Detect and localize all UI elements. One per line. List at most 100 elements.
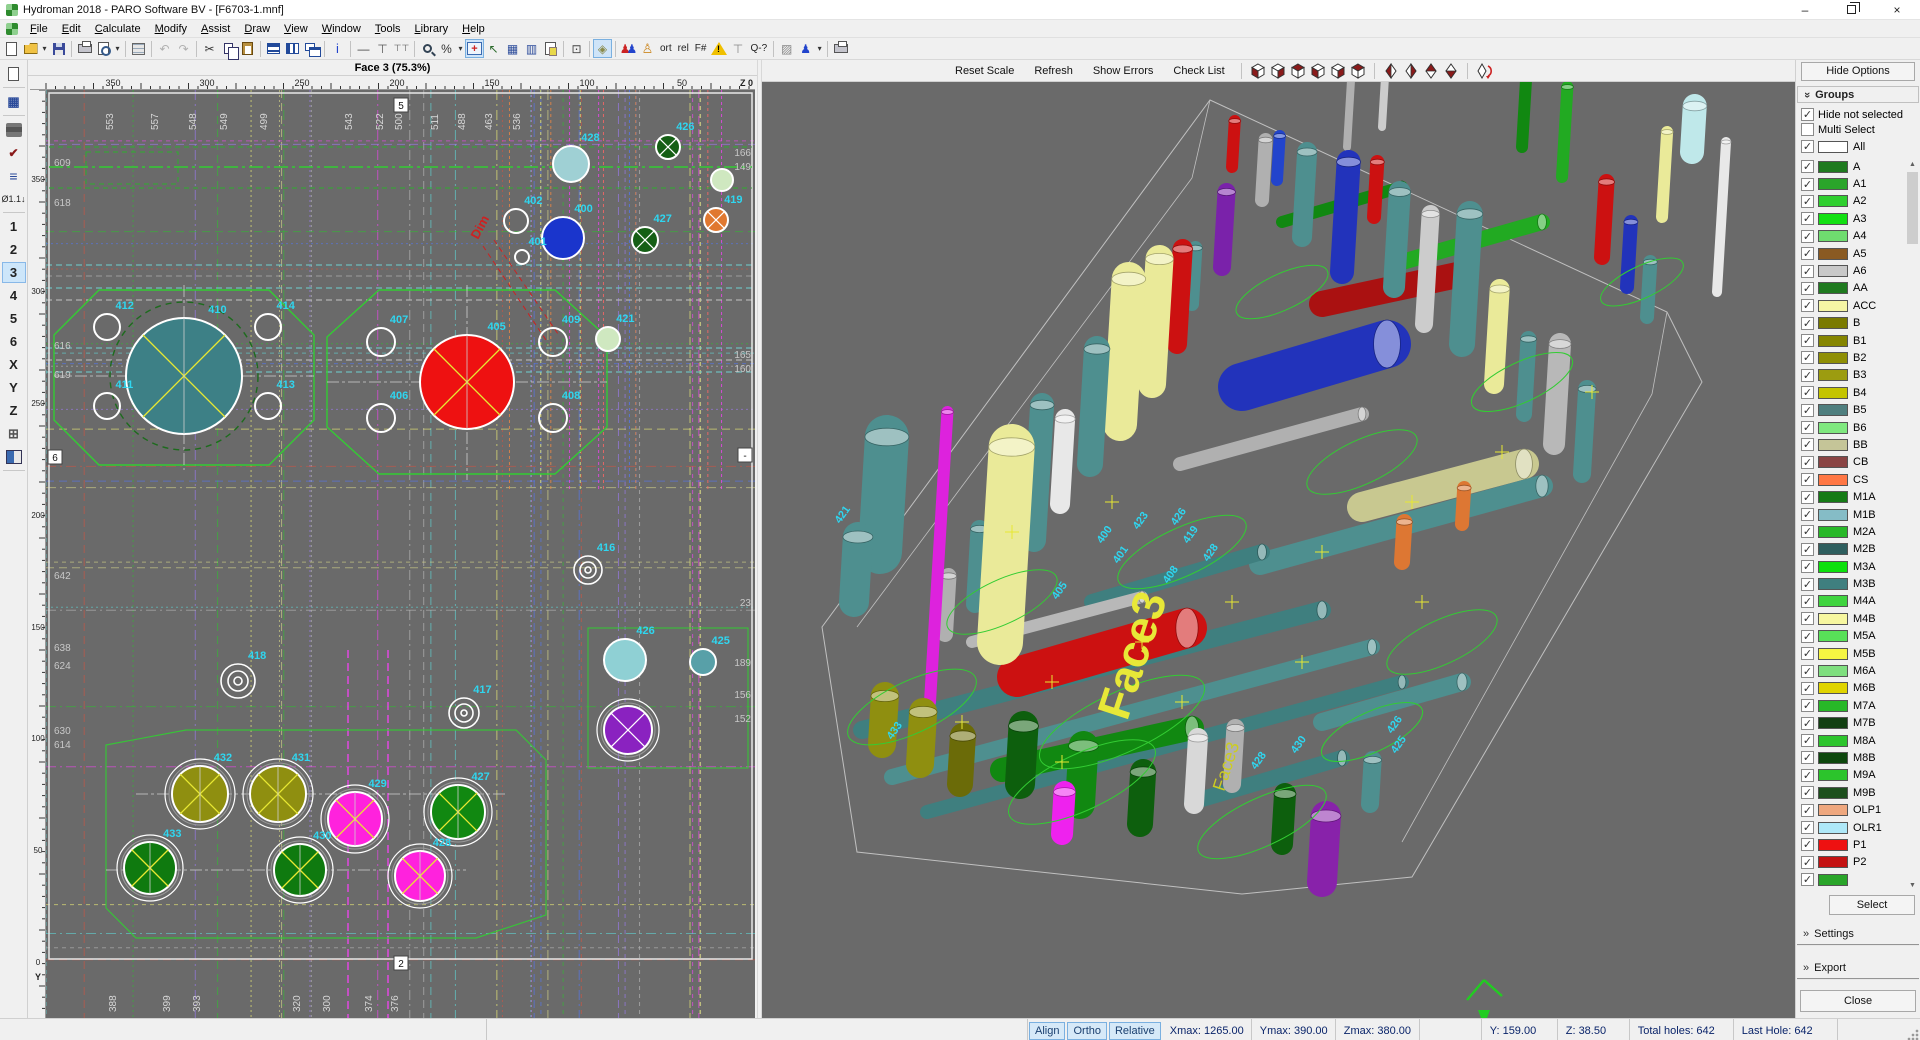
group-checkbox[interactable]: ✓ bbox=[1801, 786, 1814, 799]
new-file-button[interactable] bbox=[2, 39, 21, 58]
group-row-acc[interactable]: ✓ACC bbox=[1801, 297, 1920, 314]
print-preview-dropdown[interactable]: ▾ bbox=[113, 44, 122, 53]
group-checkbox[interactable]: ✓ bbox=[1801, 404, 1814, 417]
group-checkbox[interactable]: ✓ bbox=[1801, 751, 1814, 764]
group-row-olr1[interactable]: ✓OLR1 bbox=[1801, 819, 1920, 836]
print-preview-button[interactable] bbox=[94, 39, 113, 58]
group-checkbox[interactable]: ✓ bbox=[1801, 717, 1814, 730]
group-checkbox[interactable]: ✓ bbox=[1801, 804, 1814, 817]
hide-not-selected-checkbox[interactable]: ✓ bbox=[1801, 108, 1814, 121]
group-row-m7b[interactable]: ✓M7B bbox=[1801, 715, 1920, 732]
group-row-m6a[interactable]: ✓M6A bbox=[1801, 662, 1920, 679]
menu-calculate[interactable]: Calculate bbox=[88, 22, 148, 36]
group-checkbox[interactable]: ✓ bbox=[1801, 595, 1814, 608]
group-row-cs[interactable]: ✓CS bbox=[1801, 471, 1920, 488]
save-button[interactable] bbox=[49, 39, 68, 58]
group-row-a2[interactable]: ✓A2 bbox=[1801, 193, 1920, 210]
manifold-button[interactable] bbox=[2, 119, 26, 140]
hole-table-button[interactable]: ▦ bbox=[503, 39, 522, 58]
line-tool-button[interactable]: — bbox=[354, 39, 373, 58]
filter-button[interactable]: ⊤ bbox=[728, 39, 747, 58]
relative-toggle[interactable]: Relative bbox=[1109, 1022, 1161, 1040]
query-button[interactable]: Q-? bbox=[747, 43, 770, 54]
group-row-olp1[interactable]: ✓OLP1 bbox=[1801, 801, 1920, 818]
select-button[interactable]: Select bbox=[1829, 895, 1915, 915]
group-list-scrollbar[interactable]: ▲ ▼ bbox=[1906, 158, 1919, 892]
menu-tools[interactable]: Tools bbox=[368, 22, 408, 36]
group-checkbox[interactable]: ✓ bbox=[1801, 873, 1814, 886]
group-row-b3[interactable]: ✓B3 bbox=[1801, 367, 1920, 384]
group-checkbox[interactable]: ✓ bbox=[1801, 647, 1814, 660]
group-checkbox[interactable]: ✓ bbox=[1801, 456, 1814, 469]
hatch-button[interactable]: ▨ bbox=[777, 39, 796, 58]
print-button[interactable] bbox=[75, 39, 94, 58]
menu-draw[interactable]: Draw bbox=[237, 22, 277, 36]
hole-table-sidebar-button[interactable]: ▦ bbox=[2, 91, 26, 112]
grid-button[interactable]: ▥ bbox=[522, 39, 541, 58]
zoom-button[interactable] bbox=[418, 39, 437, 58]
tile-vertical-button[interactable] bbox=[283, 39, 302, 58]
face-button-3[interactable]: 3 bbox=[2, 262, 26, 283]
group-checkbox[interactable]: ✓ bbox=[1801, 508, 1814, 521]
group-row-b[interactable]: ✓B bbox=[1801, 315, 1920, 332]
export-expander[interactable]: » Export bbox=[1797, 958, 1919, 980]
spin-view-icon[interactable] bbox=[1474, 62, 1494, 80]
face-number-button[interactable]: F# bbox=[692, 43, 710, 54]
group-row-m2a[interactable]: ✓M2A bbox=[1801, 523, 1920, 540]
group-checkbox[interactable]: ✓ bbox=[1801, 421, 1814, 434]
face-button-z[interactable]: Z bbox=[2, 400, 26, 421]
rotate-view-icon[interactable] bbox=[1441, 62, 1461, 80]
paste-button[interactable] bbox=[238, 39, 257, 58]
deselect-holes-button[interactable]: ♙ bbox=[638, 39, 657, 58]
reset-scale-button[interactable]: Reset Scale bbox=[945, 63, 1024, 79]
group-checkbox[interactable]: ✓ bbox=[1801, 265, 1814, 278]
menu-edit[interactable]: Edit bbox=[55, 22, 88, 36]
dimension-tool-button[interactable]: ⊤ bbox=[373, 39, 392, 58]
group-checkbox[interactable]: ✓ bbox=[1801, 699, 1814, 712]
group-checkbox[interactable]: ✓ bbox=[1801, 612, 1814, 625]
approve-button[interactable]: ✔ bbox=[2, 142, 26, 163]
group-row-m1a[interactable]: ✓M1A bbox=[1801, 488, 1920, 505]
group-row-bb[interactable]: ✓BB bbox=[1801, 436, 1920, 453]
select-holes-button[interactable]: ♟♟ bbox=[619, 39, 638, 58]
group-checkbox[interactable]: ✓ bbox=[1801, 160, 1814, 173]
group-checkbox[interactable]: ✓ bbox=[1801, 351, 1814, 364]
ortho-mode-button[interactable]: ort bbox=[657, 43, 675, 54]
view-cube-icon[interactable] bbox=[1288, 62, 1308, 80]
zoom-percent-dropdown[interactable]: ▾ bbox=[456, 44, 465, 53]
group-row-m8b[interactable]: ✓M8B bbox=[1801, 749, 1920, 766]
view-cube-icon[interactable] bbox=[1308, 62, 1328, 80]
group-checkbox[interactable]: ✓ bbox=[1801, 769, 1814, 782]
transfer-button[interactable]: ⊡ bbox=[567, 39, 586, 58]
dimension-double-tool-button[interactable]: ⊤⊤ bbox=[392, 39, 411, 58]
multi-select-checkbox[interactable] bbox=[1801, 123, 1814, 136]
group-checkbox[interactable]: ✓ bbox=[1801, 438, 1814, 451]
all-checkbox[interactable]: ✓ bbox=[1801, 140, 1814, 153]
face-button-x[interactable]: X bbox=[2, 354, 26, 375]
settings-expander[interactable]: » Settings bbox=[1797, 924, 1919, 946]
refresh-button[interactable]: Refresh bbox=[1024, 63, 1083, 79]
face-button-2[interactable]: 2 bbox=[2, 239, 26, 260]
library-book-button[interactable] bbox=[2, 446, 26, 467]
hide-options-button[interactable]: Hide Options bbox=[1801, 62, 1915, 81]
group-row-m5a[interactable]: ✓M5A bbox=[1801, 628, 1920, 645]
align-toggle[interactable]: Align bbox=[1029, 1022, 1065, 1040]
group-checkbox[interactable]: ✓ bbox=[1801, 369, 1814, 382]
group-checkbox[interactable]: ✓ bbox=[1801, 734, 1814, 747]
group-checkbox[interactable]: ✓ bbox=[1801, 838, 1814, 851]
group-row-a[interactable]: ✓A bbox=[1801, 158, 1920, 175]
group-row-m3a[interactable]: ✓M3A bbox=[1801, 558, 1920, 575]
close-button[interactable]: × bbox=[1874, 0, 1920, 19]
group-checkbox[interactable]: ✓ bbox=[1801, 282, 1814, 295]
ortho-toggle[interactable]: Ortho bbox=[1067, 1022, 1107, 1040]
person-button[interactable]: ♟ bbox=[796, 39, 815, 58]
face-button-6[interactable]: 6 bbox=[2, 331, 26, 352]
group-checkbox[interactable]: ✓ bbox=[1801, 578, 1814, 591]
group-row-b2[interactable]: ✓B2 bbox=[1801, 349, 1920, 366]
manifold-3d-button[interactable]: ⊞ bbox=[2, 423, 26, 444]
group-checkbox[interactable]: ✓ bbox=[1801, 473, 1814, 486]
group-row-m9a[interactable]: ✓M9A bbox=[1801, 767, 1920, 784]
group-row-a3[interactable]: ✓A3 bbox=[1801, 210, 1920, 227]
person-dropdown[interactable]: ▾ bbox=[815, 44, 824, 53]
redo-button[interactable]: ↷ bbox=[174, 39, 193, 58]
